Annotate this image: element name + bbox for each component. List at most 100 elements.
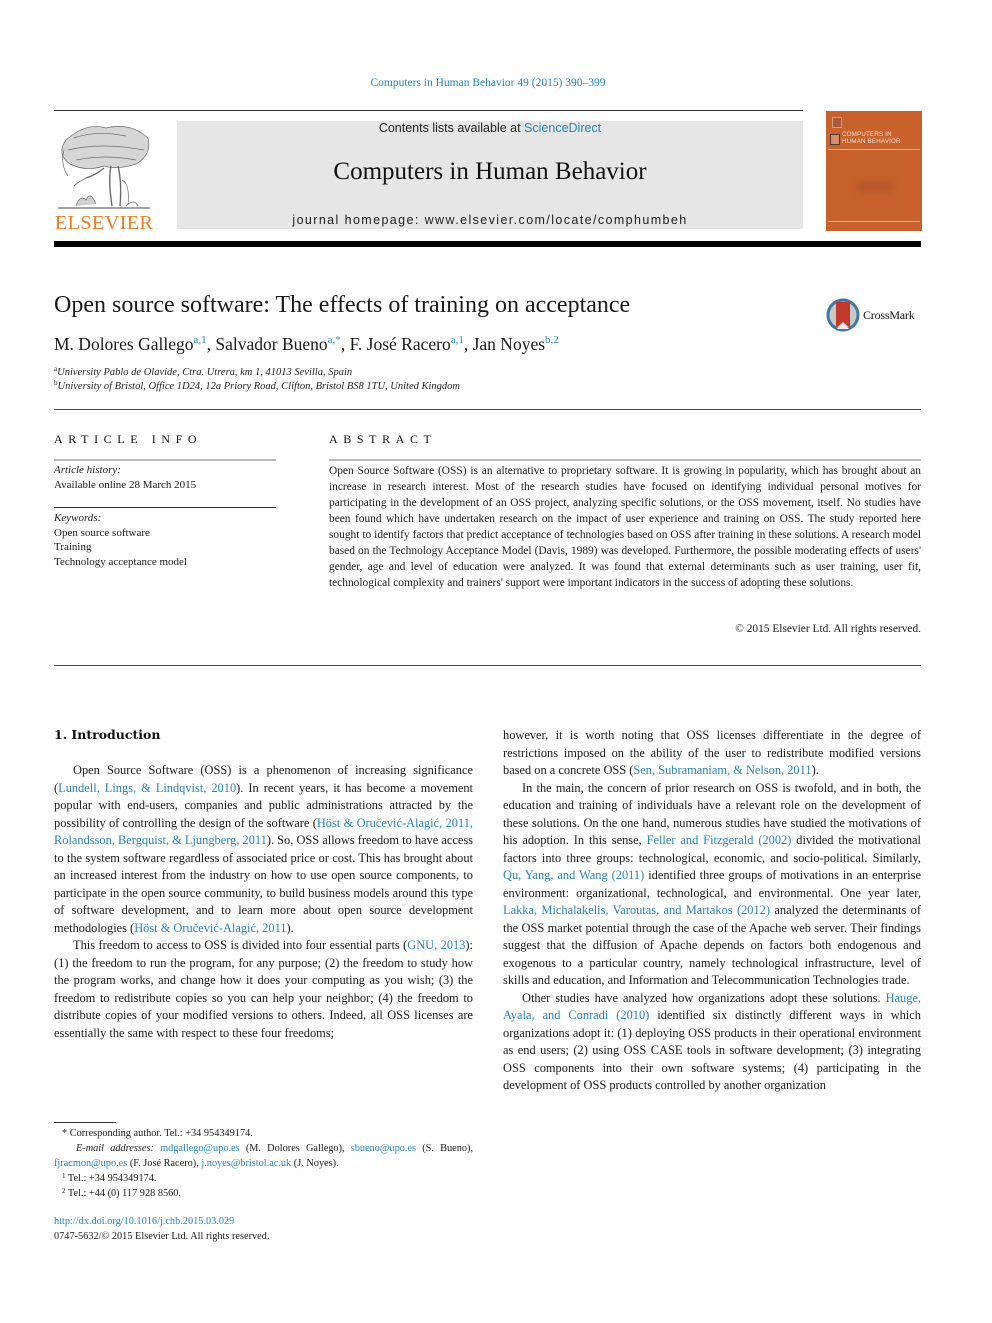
journal-cover-thumbnail[interactable]: COMPUTERS IN HUMAN BEHAVIOR	[826, 111, 922, 231]
cover-title: COMPUTERS IN HUMAN BEHAVIOR	[842, 131, 920, 145]
section-divider	[54, 409, 921, 410]
article-title: Open source software: The effects of tra…	[54, 292, 631, 318]
body-column-left: Open Source Software (OSS) is a phenomen…	[54, 762, 473, 1042]
email-link[interactable]: j.noyes@bristol.ac.uk	[201, 1158, 291, 1169]
author-name: M. Dolores Gallego	[54, 334, 194, 354]
article-history: Article history: Available online 28 Mar…	[54, 463, 196, 492]
cover-title-line2: HUMAN BEHAVIOR	[842, 138, 901, 145]
homepage-prefix: journal homepage:	[292, 213, 425, 227]
body-text: Other studies have analyzed how organiza…	[522, 990, 886, 1005]
body-text: ).	[811, 763, 819, 777]
body-text: This freedom to access to OSS is divided…	[73, 938, 408, 952]
keyword: Open source software	[54, 526, 150, 539]
abstract-rule	[329, 459, 921, 461]
history-value: Available online 28 March 2015	[54, 478, 197, 491]
body-text: ). So, OSS allows freedom to have access…	[54, 833, 473, 935]
journal-masthead: Contents lists available at ScienceDirec…	[177, 121, 803, 229]
cover-publisher-icon	[832, 117, 842, 128]
citation-link[interactable]: Lakka, Michalakelis, Varoutas, and Marta…	[503, 903, 770, 917]
homepage-url[interactable]: www.elsevier.com/locate/comphumbeh	[425, 213, 688, 227]
keywords-label: Keywords:	[54, 512, 102, 524]
author-list: M. Dolores Gallegoa,1, Salvador Buenoa,*…	[54, 334, 559, 354]
introduction-heading: 1. Introduction	[54, 727, 161, 742]
keywords-rule	[54, 507, 276, 508]
footnote-rule	[54, 1122, 116, 1123]
author-name: F. José Racero	[349, 334, 451, 354]
keyword: Technology acceptance model	[54, 555, 187, 568]
footnote-corresponding: * Corresponding author. Tel.: +34 954349…	[54, 1126, 473, 1141]
paragraph: This freedom to access to OSS is divided…	[54, 937, 473, 1042]
citation-link[interactable]: Lundell, Lings, & Lindqvist, 2010	[58, 781, 236, 795]
citation-link[interactable]: Qu, Yang, and Wang (2011)	[503, 868, 644, 882]
affiliation-text: University Pablo de Olavide, Ctra. Utrer…	[57, 367, 353, 378]
keywords-block: Keywords: Open source software Training …	[54, 511, 187, 569]
email-owner: (J. Noyes).	[291, 1158, 339, 1169]
footnote-2: 2 Tel.: +44 (0) 117 928 8560.	[54, 1186, 473, 1201]
email-owner: (F. José Racero),	[127, 1158, 202, 1169]
issn-copyright: 0747-5632/© 2015 Elsevier Ltd. All right…	[54, 1231, 270, 1242]
elsevier-wordmark: ELSEVIER	[54, 212, 154, 234]
body-column-right: however, it is worth noting that OSS lic…	[503, 727, 921, 1095]
body-text: ).	[286, 920, 294, 935]
article-info-heading: ARTICLE INFO	[54, 432, 203, 446]
citation-link[interactable]: GNU, 2013	[407, 938, 465, 952]
paragraph: however, it is worth noting that OSS lic…	[503, 727, 921, 780]
journal-citation-link[interactable]: Computers in Human Behavior 49 (2015) 39…	[0, 77, 976, 89]
email-link[interactable]: sbueno@upo.es	[351, 1143, 416, 1154]
affiliation-b: bUniversity of Bristol, Office 1D24, 12a…	[54, 380, 461, 393]
abstract-copyright: © 2015 Elsevier Ltd. All rights reserved…	[735, 623, 921, 635]
email-label: E-mail addresses:	[76, 1143, 154, 1154]
footnote-mark: *	[62, 1128, 68, 1139]
author-name: Salvador Bueno	[215, 334, 328, 354]
paragraph: Other studies have analyzed how organiza…	[503, 990, 921, 1095]
cover-divider	[828, 149, 920, 150]
abstract-text: Open Source Software (OSS) is an alterna…	[329, 465, 921, 589]
crossmark-badge[interactable]: CrossMark	[826, 296, 926, 336]
author-affiliation-mark[interactable]: b,2	[545, 334, 559, 346]
journal-homepage: journal homepage: www.elsevier.com/locat…	[177, 213, 803, 227]
affiliation-a: aUniversity Pablo de Olavide, Ctra. Utre…	[54, 366, 353, 379]
elsevier-logo: ELSEVIER	[54, 120, 154, 235]
footnote-text: Tel.: +44 (0) 117 928 8560.	[67, 1188, 181, 1199]
footnote-text: Corresponding author. Tel.: +34 95434917…	[69, 1128, 253, 1139]
crossmark-icon	[826, 298, 860, 332]
cover-divider	[828, 221, 920, 222]
footnote-emails: E-mail addresses: mdgallego@upo.es (M. D…	[54, 1141, 473, 1171]
footnote-1: 1 Tel.: +34 954349174.	[54, 1171, 473, 1186]
history-label: Article history:	[54, 464, 121, 476]
paragraph: Open Source Software (OSS) is a phenomen…	[54, 762, 473, 937]
sciencedirect-link[interactable]: ScienceDirect	[524, 121, 601, 135]
cover-monitor-icon	[830, 134, 840, 145]
elsevier-tree-icon	[58, 126, 150, 209]
author-name: Jan Noyes	[472, 334, 546, 354]
article-info-rule	[54, 459, 276, 461]
footnotes: * Corresponding author. Tel.: +34 954349…	[54, 1126, 473, 1201]
doi-link[interactable]: http://dx.doi.org/10.1016/j.chb.2015.03.…	[54, 1216, 234, 1227]
author-affiliation-mark[interactable]: a,1	[194, 334, 207, 346]
email-link[interactable]: mdgallego@upo.es	[160, 1143, 240, 1154]
footnote-mark: 2	[62, 1187, 66, 1195]
section-divider	[54, 665, 921, 666]
affiliation-text: University of Bristol, Office 1D24, 12a …	[57, 381, 461, 392]
body-text: ): (1) the freedom to run the program, f…	[54, 938, 473, 1040]
abstract-heading: ABSTRACT	[329, 432, 437, 446]
author-affiliation-mark[interactable]: a,1	[451, 334, 464, 346]
cover-title-line1: COMPUTERS IN	[842, 131, 892, 138]
paragraph: In the main, the concern of prior resear…	[503, 780, 921, 990]
email-owner: (M. Dolores Gallego),	[239, 1143, 351, 1154]
contents-availability: Contents lists available at ScienceDirec…	[177, 121, 803, 135]
cover-blurred-text	[858, 182, 892, 192]
footnote-mark: 1	[62, 1172, 66, 1180]
contents-prefix: Contents lists available at	[378, 121, 525, 135]
citation-link[interactable]: Sen, Subramaniam, & Nelson, 2011	[633, 763, 811, 777]
email-link[interactable]: fjracmon@upo.es	[54, 1158, 127, 1169]
footnote-text: Tel.: +34 954349174.	[67, 1173, 157, 1184]
citation-link[interactable]: Feller and Fitzgerald (2002)	[647, 833, 792, 847]
crossmark-label: CrossMark	[863, 308, 915, 322]
journal-name: Computers in Human Behavior	[333, 158, 647, 185]
keyword: Training	[54, 541, 92, 553]
author-affiliation-mark[interactable]: a,*	[328, 334, 341, 346]
email-owner: (S. Bueno),	[416, 1143, 474, 1154]
citation-link[interactable]: Höst & Oručević-Alagić, 2011	[134, 921, 286, 935]
header-top-rule	[54, 110, 803, 111]
